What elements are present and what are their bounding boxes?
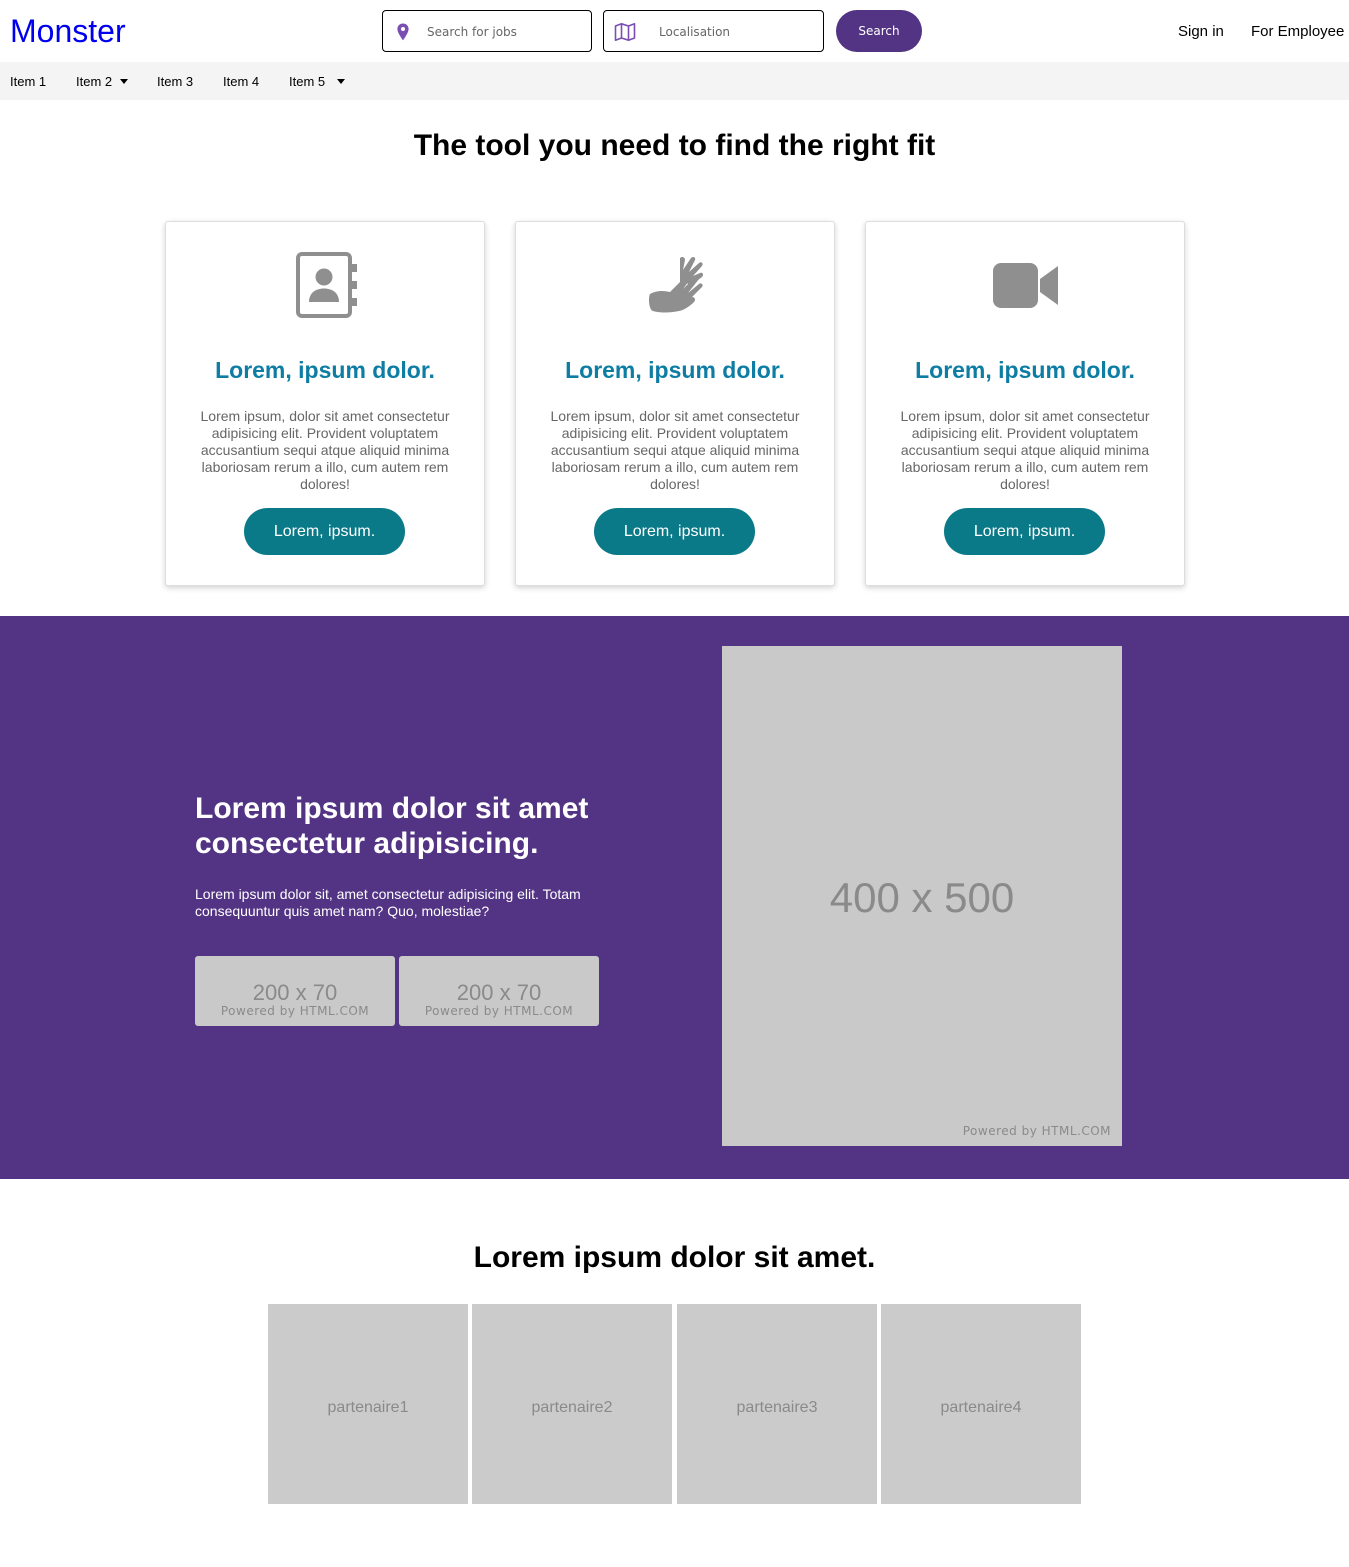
promo-button-placeholder-1[interactable]: 200 x 70 Powered by HTML.COM — [195, 956, 395, 1026]
partner-logo-3: partenaire3 — [677, 1304, 877, 1504]
search-jobs-input[interactable] — [427, 21, 587, 43]
partners-title: Lorem ipsum dolor sit amet. — [473, 1241, 876, 1274]
partner-label: partenaire4 — [940, 1399, 1022, 1416]
promo-image-placeholder: 400 x 500 Powered by HTML.COM — [722, 646, 1122, 1146]
partner-label: partenaire3 — [736, 1399, 818, 1416]
tool-card-3: Lorem, ipsum dolor. Lorem ipsum, dolor s… — [865, 221, 1185, 586]
partner-logo-2: partenaire2 — [472, 1304, 672, 1504]
search-jobs-field[interactable] — [382, 10, 592, 52]
partner-label: partenaire2 — [531, 1399, 613, 1416]
sign-language-hands-icon — [649, 256, 704, 313]
for-employee-link[interactable]: For Employee — [1251, 23, 1344, 40]
placeholder-size-label: 200 x 70 — [456, 980, 542, 1005]
main-nav: Item 1 Item 2 Item 3 Item 4 Item 5 — [0, 62, 1349, 100]
card-text: Lorem ipsum, dolor sit amet consectetur … — [550, 408, 800, 492]
search-button[interactable]: Search — [836, 10, 922, 52]
partner-label: partenaire1 — [327, 1399, 409, 1416]
nav-item-5[interactable]: Item 5 — [289, 74, 346, 89]
promo-section: Lorem ipsum dolor sit amet consectetur a… — [0, 616, 1349, 1179]
video-camera-icon — [993, 263, 1058, 308]
caret-down-icon — [120, 79, 129, 84]
partner-logo-1: partenaire1 — [268, 1304, 468, 1504]
nav-item-3[interactable]: Item 3 — [157, 74, 193, 89]
nav-item-4[interactable]: Item 4 — [223, 74, 259, 89]
site-header: Monster Search Sign in For Employee — [0, 0, 1349, 62]
promo-button-placeholder-2[interactable]: 200 x 70 Powered by HTML.COM — [399, 956, 599, 1026]
card-title: Lorem, ipsum dolor. — [565, 357, 785, 383]
card-title: Lorem, ipsum dolor. — [215, 357, 435, 383]
tool-card-2: Lorem, ipsum dolor. Lorem ipsum, dolor s… — [515, 221, 835, 586]
location-input[interactable] — [659, 21, 819, 43]
sign-in-link[interactable]: Sign in — [1178, 23, 1224, 40]
nav-item-label: Item 2 — [76, 74, 113, 89]
promo-heading: Lorem ipsum dolor sit amet consectetur a… — [195, 792, 589, 860]
placeholder-size-label: 400 x 500 — [829, 874, 1015, 921]
placeholder-powered-label: Powered by HTML.COM — [424, 1004, 574, 1018]
promo-text: Lorem ipsum dolor sit, amet consectetur … — [195, 886, 581, 919]
nav-item-1[interactable]: Item 1 — [10, 74, 46, 89]
tool-card-1: Lorem, ipsum dolor. Lorem ipsum, dolor s… — [165, 221, 485, 586]
caret-down-icon — [337, 79, 346, 84]
nav-item-label: Item 4 — [223, 74, 260, 89]
card-button[interactable]: Lorem, ipsum. — [244, 508, 405, 555]
location-field[interactable] — [603, 10, 824, 52]
nav-item-label: Item 1 — [10, 74, 47, 89]
map-pin-icon — [397, 23, 409, 41]
site-logo[interactable]: Monster — [10, 12, 126, 50]
address-book-icon — [296, 252, 357, 318]
placeholder-powered-label: Powered by HTML.COM — [220, 1004, 370, 1018]
partner-logo-4: partenaire4 — [881, 1304, 1081, 1504]
map-icon — [614, 23, 636, 41]
card-text: Lorem ipsum, dolor sit amet consectetur … — [900, 408, 1150, 492]
nav-item-label: Item 3 — [157, 74, 194, 89]
placeholder-powered-label: Powered by HTML.COM — [962, 1124, 1111, 1138]
tools-title: The tool you need to find the right fit — [413, 129, 936, 162]
placeholder-size-label: 200 x 70 — [252, 980, 338, 1005]
nav-item-label: Item 5 — [289, 74, 326, 89]
card-title: Lorem, ipsum dolor. — [915, 357, 1135, 383]
card-button[interactable]: Lorem, ipsum. — [944, 508, 1105, 555]
card-text: Lorem ipsum, dolor sit amet consectetur … — [200, 408, 450, 492]
nav-item-2[interactable]: Item 2 — [76, 74, 129, 89]
card-button[interactable]: Lorem, ipsum. — [594, 508, 755, 555]
